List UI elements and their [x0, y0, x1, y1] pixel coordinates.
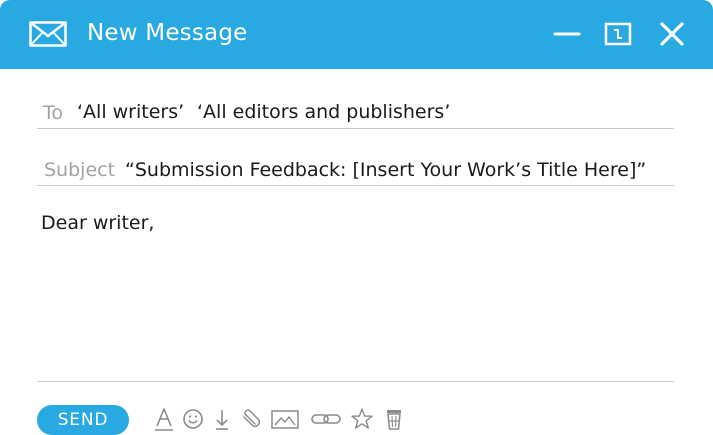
emoji-icon[interactable]: [181, 406, 205, 432]
subject-field[interactable]: Subject “Submission Feedback: [Insert Yo…: [37, 155, 674, 186]
message-body[interactable]: Dear writer,: [41, 212, 154, 234]
recipient-chip[interactable]: ‘All editors and publishers’: [197, 101, 450, 123]
minimize-icon[interactable]: [552, 20, 582, 50]
trash-icon[interactable]: [382, 406, 406, 432]
subject-value[interactable]: “Submission Feedback: [Insert Your Work’…: [125, 159, 646, 181]
text-format-icon[interactable]: [152, 406, 176, 432]
star-icon[interactable]: [350, 406, 374, 432]
send-button[interactable]: SEND: [37, 405, 129, 435]
divider: [37, 381, 674, 382]
to-field[interactable]: To ‘All writers’ ‘All editors and publis…: [37, 98, 674, 129]
close-icon[interactable]: [657, 20, 687, 50]
envelope-icon: [29, 21, 67, 47]
to-label: To: [43, 102, 64, 124]
link-icon[interactable]: [310, 406, 342, 432]
attach-icon[interactable]: [238, 406, 262, 432]
title-bar: New Message: [0, 0, 713, 69]
compose-window: New Message To ‘All writers’ ‘All editor…: [0, 0, 713, 435]
subject-label: Subject: [44, 159, 116, 181]
maximize-icon[interactable]: [603, 20, 633, 50]
image-icon[interactable]: [270, 406, 300, 432]
recipient-chip[interactable]: ‘All writers’: [77, 101, 184, 123]
download-icon[interactable]: [210, 406, 234, 432]
window-title: New Message: [87, 20, 248, 46]
